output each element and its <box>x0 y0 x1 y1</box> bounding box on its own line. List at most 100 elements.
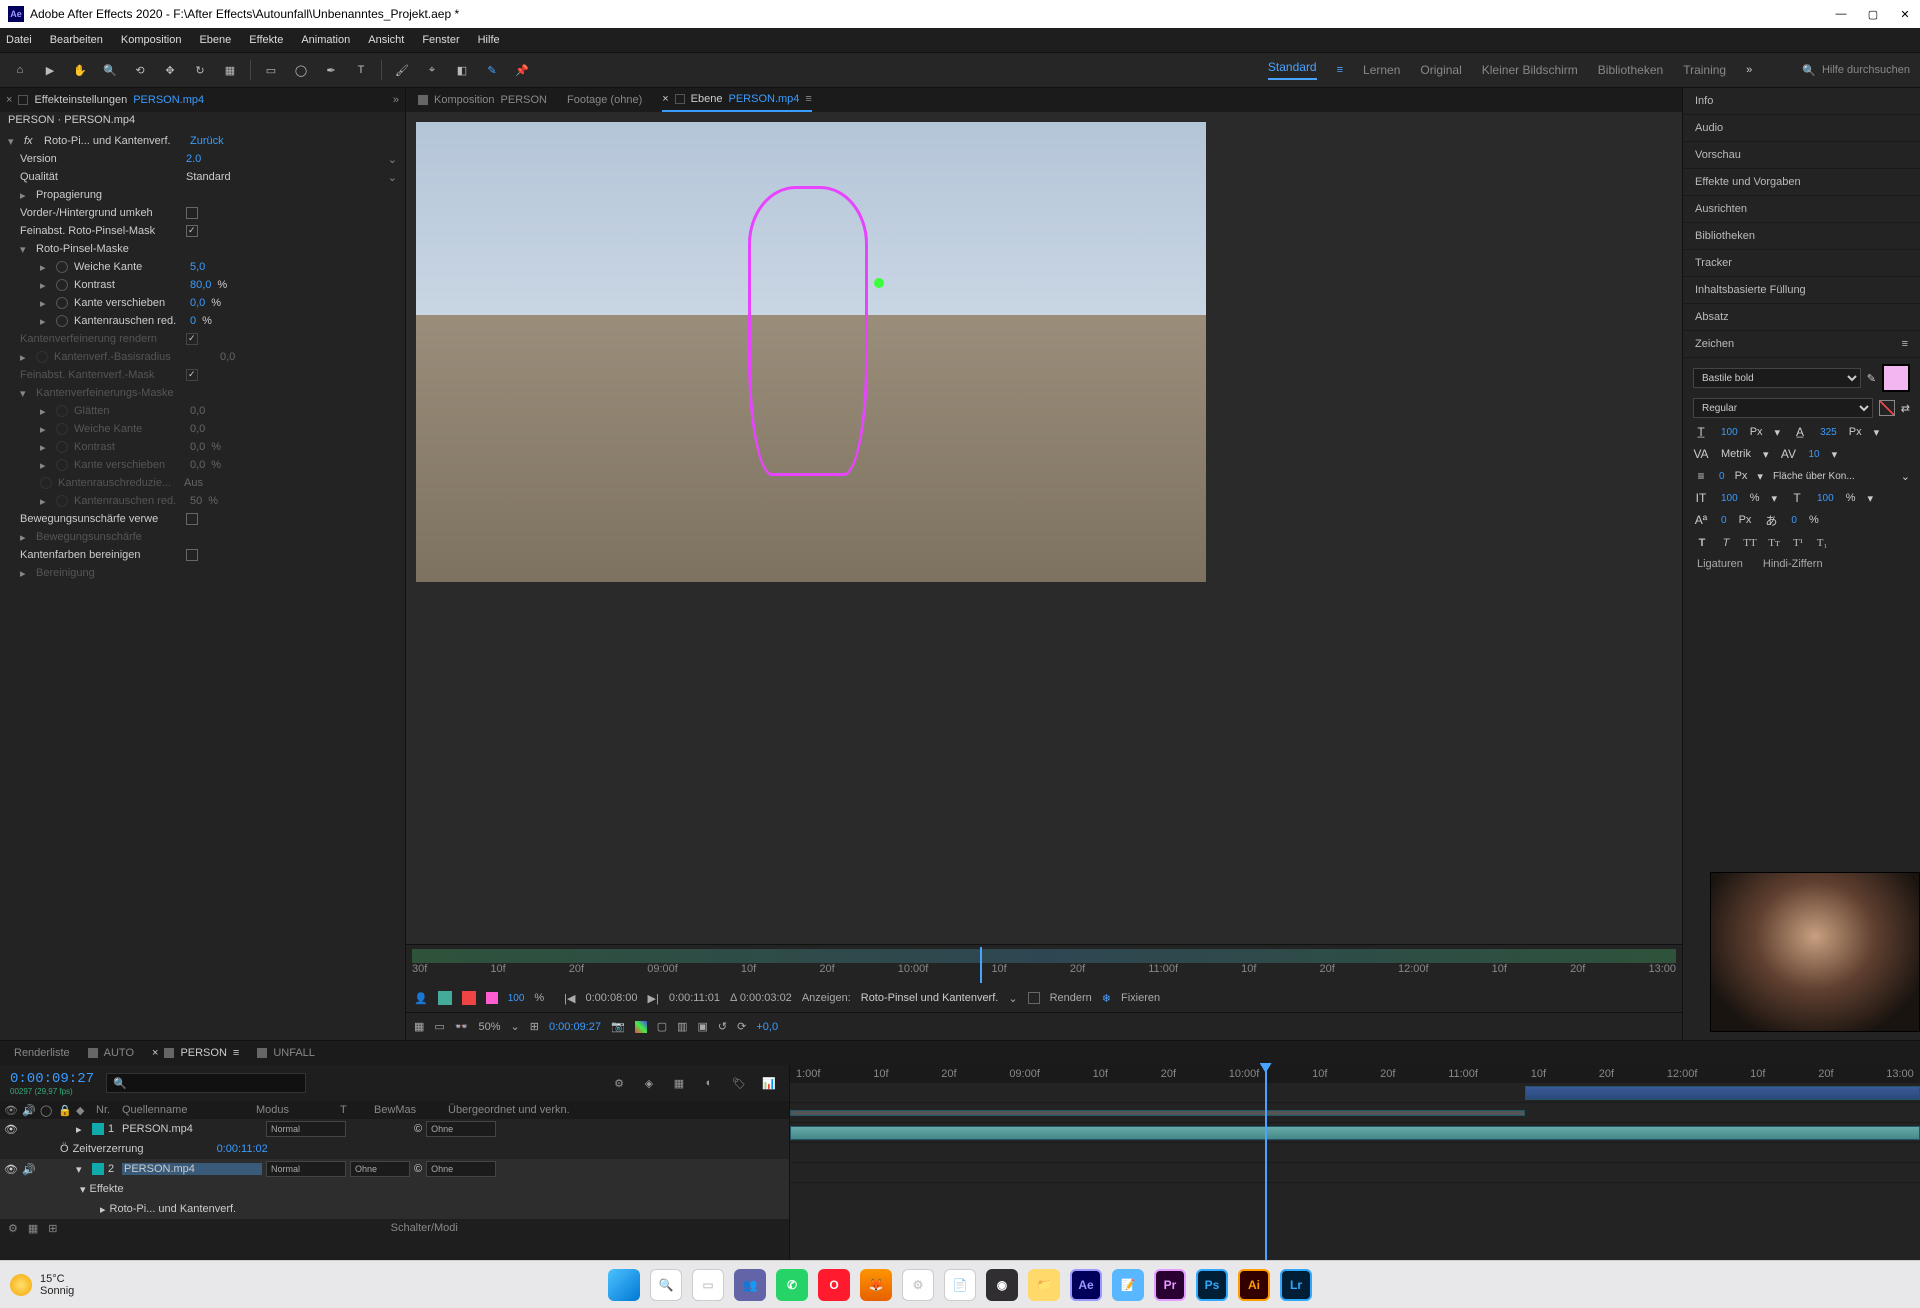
channel-icon[interactable]: 👓 <box>455 1020 469 1033</box>
tab-auto[interactable]: AUTO <box>88 1047 134 1059</box>
region-icon[interactable]: ↺ <box>718 1020 727 1033</box>
label-color[interactable] <box>92 1123 104 1135</box>
workspace-menu-icon[interactable]: ≡ <box>1337 64 1343 76</box>
task-view-icon[interactable]: ▭ <box>692 1269 724 1301</box>
label-color[interactable] <box>92 1163 104 1175</box>
stopwatch-icon[interactable]: Ö <box>60 1143 69 1155</box>
taskbar-search-icon[interactable]: 🔍 <box>650 1269 682 1301</box>
workspace-kleiner[interactable]: Kleiner Bildschirm <box>1482 63 1578 77</box>
panel-character[interactable]: Zeichen≡ <box>1683 331 1920 358</box>
view-mode-dropdown[interactable]: Roto-Pinsel und Kantenverf. <box>861 992 999 1004</box>
fill-color-swatch[interactable] <box>1882 364 1910 392</box>
switches-modes-button[interactable]: Schalter/Modi <box>68 1222 782 1234</box>
alpha-icon[interactable]: ▦ <box>414 1020 424 1033</box>
brush-tool-icon[interactable]: 🖌 <box>392 60 412 80</box>
comp-flowchart-icon[interactable]: ⚙ <box>609 1073 629 1093</box>
effect-instance-row[interactable]: ▸Roto-Pi... und Kantenverf. <box>0 1199 789 1219</box>
zoom-tool-icon[interactable]: 🔍 <box>100 60 120 80</box>
current-timecode[interactable]: 0:00:09:27 <box>10 1071 94 1087</box>
bold-button[interactable]: T <box>1693 534 1711 552</box>
type-tool-icon[interactable]: T <box>351 60 371 80</box>
fx-icon[interactable]: fx <box>24 135 38 147</box>
invert-checkbox[interactable] <box>186 207 198 219</box>
whatsapp-icon[interactable]: ✆ <box>776 1269 808 1301</box>
freeze-icon[interactable]: ❄ <box>1102 992 1111 1005</box>
zoom-dropdown[interactable]: 50% <box>479 1021 501 1033</box>
menu-icon[interactable]: ≡ <box>805 93 811 105</box>
time-remap-value[interactable]: 0:00:11:02 <box>217 1143 268 1155</box>
toggle-in-out-icon[interactable]: ⊞ <box>48 1222 57 1235</box>
workspace-lernen[interactable]: Lernen <box>1363 63 1400 77</box>
hand-tool-icon[interactable]: ✋ <box>70 60 90 80</box>
rgb-icon[interactable] <box>635 1021 647 1033</box>
eyedropper-icon[interactable]: ✎ <box>1867 372 1876 385</box>
menu-bearbeiten[interactable]: Bearbeiten <box>50 34 103 46</box>
menu-icon[interactable]: ≡ <box>233 1047 239 1059</box>
explorer-icon[interactable]: 📁 <box>1028 1269 1060 1301</box>
home-icon[interactable]: ⌂ <box>10 60 30 80</box>
panel-preview[interactable]: Vorschau <box>1683 142 1920 169</box>
start-button[interactable] <box>608 1269 640 1301</box>
eraser-tool-icon[interactable]: ◧ <box>452 60 472 80</box>
property-row[interactable]: Ö Zeitverzerrung 0:00:11:02 <box>0 1139 789 1159</box>
time-remap-track[interactable] <box>790 1103 1920 1123</box>
person-icon[interactable]: 👤 <box>414 992 428 1005</box>
wordpad-icon[interactable]: 📝 <box>1112 1269 1144 1301</box>
ellipse-tool-icon[interactable]: ◯ <box>291 60 311 80</box>
photoshop-icon[interactable]: Ps <box>1196 1269 1228 1301</box>
parent-pickwhip-icon[interactable]: © <box>414 1163 422 1175</box>
layer-row[interactable]: 👁 ▸ 1 PERSON.mp4 Normal © Ohne <box>0 1119 789 1139</box>
blend-mode[interactable]: Normal <box>266 1121 346 1137</box>
current-time[interactable]: 0:00:09:27 <box>549 1021 601 1033</box>
help-search[interactable]: 🔍 Hilfe durchsuchen <box>1802 64 1910 77</box>
pan-behind-tool-icon[interactable]: ✥ <box>160 60 180 80</box>
menu-ebene[interactable]: Ebene <box>199 34 231 46</box>
twirl-icon[interactable]: ▸ <box>40 261 50 274</box>
tab-unfall[interactable]: UNFALL <box>257 1047 315 1059</box>
layer-row-selected[interactable]: 👁🔊 ▾ 2 PERSON.mp4 Normal Ohne © Ohne <box>0 1159 789 1179</box>
rectangle-tool-icon[interactable]: ▭ <box>261 60 281 80</box>
twirl-icon[interactable]: ▸ <box>20 189 30 202</box>
menu-fenster[interactable]: Fenster <box>422 34 459 46</box>
layer-time-ruler[interactable]: 30f10f20f09:00f10f20f10:00f10f20f11:00f1… <box>406 944 1682 984</box>
premiere-icon[interactable]: Pr <box>1154 1269 1186 1301</box>
mask-icon[interactable]: ▣ <box>698 1020 708 1033</box>
propagation-icon[interactable] <box>438 991 452 1005</box>
playhead[interactable] <box>980 947 982 983</box>
reset-exposure-icon[interactable]: ⟳ <box>737 1020 746 1033</box>
dropdown-icon[interactable]: ⌄ <box>388 153 397 166</box>
panel-content-aware-fill[interactable]: Inhaltsbasierte Füllung <box>1683 277 1920 304</box>
maximize-button[interactable]: ▢ <box>1866 7 1880 21</box>
status-icon[interactable] <box>462 991 476 1005</box>
stopwatch-icon[interactable] <box>56 315 68 327</box>
tab-composition[interactable]: KompositionPERSON <box>418 94 547 106</box>
fine-roto-checkbox[interactable] <box>186 225 198 237</box>
firefox-icon[interactable]: 🦊 <box>860 1269 892 1301</box>
camera-tool-icon[interactable]: ▦ <box>220 60 240 80</box>
opera-icon[interactable]: O <box>818 1269 850 1301</box>
stroke-mode-dropdown[interactable]: Fläche über Kon... <box>1773 471 1891 482</box>
teams-icon[interactable]: 👥 <box>734 1269 766 1301</box>
smallcaps-button[interactable]: Tᴛ <box>1765 534 1783 552</box>
illustrator-icon[interactable]: Ai <box>1238 1269 1270 1301</box>
workspace-original[interactable]: Original <box>1420 63 1461 77</box>
panel-tracker[interactable]: Tracker <box>1683 250 1920 277</box>
stopwatch-icon[interactable] <box>56 261 68 273</box>
stopwatch-icon[interactable] <box>56 297 68 309</box>
tab-layer[interactable]: ×EbenePERSON.mp4≡ <box>662 88 812 112</box>
workspace-bibliotheken[interactable]: Bibliotheken <box>1598 63 1663 77</box>
twirl-icon[interactable]: ▸ <box>40 315 50 328</box>
orbit-tool-icon[interactable]: ⟲ <box>130 60 150 80</box>
render-checkbox[interactable] <box>1028 992 1040 1004</box>
dropdown-icon[interactable]: ⌄ <box>388 171 397 184</box>
stopwatch-icon[interactable] <box>56 279 68 291</box>
panel-menu-icon[interactable]: ≡ <box>1902 338 1908 350</box>
timeline-ruler[interactable]: 1:00f10f20f09:00f10f20f10:00f10f20f11:00… <box>790 1065 1920 1083</box>
decontaminate-checkbox[interactable] <box>186 549 198 561</box>
snapshot-icon[interactable]: 📷 <box>611 1020 625 1033</box>
layer-viewer[interactable] <box>406 112 1682 944</box>
menu-animation[interactable]: Animation <box>301 34 350 46</box>
prop-quality-value[interactable]: Standard <box>186 171 231 183</box>
tab-person[interactable]: ×PERSON≡ <box>152 1047 239 1059</box>
obs-icon[interactable]: ◉ <box>986 1269 1018 1301</box>
